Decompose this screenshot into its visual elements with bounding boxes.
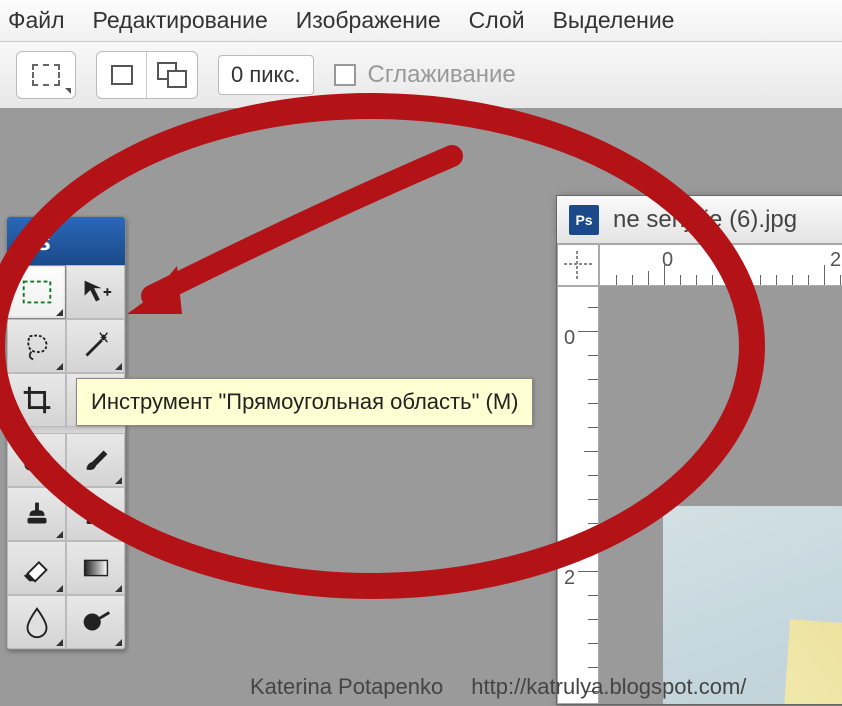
history-brush-icon bbox=[77, 495, 115, 533]
marquee-icon bbox=[18, 273, 56, 311]
menu-layer[interactable]: Слой bbox=[469, 7, 525, 34]
dropdown-triangle-icon bbox=[65, 88, 71, 94]
stamp-icon bbox=[18, 495, 56, 533]
horizontal-ruler[interactable]: 0 2 bbox=[599, 244, 842, 286]
move-icon bbox=[77, 273, 115, 311]
tools-panel: Ps bbox=[6, 216, 126, 650]
clone-stamp-tool[interactable] bbox=[7, 487, 66, 541]
magic-wand-tool[interactable] bbox=[66, 319, 125, 373]
droplet-icon bbox=[18, 603, 56, 641]
lasso-tool[interactable] bbox=[7, 319, 66, 373]
anti-alias-option: Сглаживание bbox=[334, 61, 516, 89]
dodge-tool[interactable] bbox=[66, 595, 125, 649]
gradient-tool[interactable] bbox=[66, 541, 125, 595]
eraser-icon bbox=[18, 549, 56, 587]
document-titlebar[interactable]: Ps ne serijnie (6).jpg bbox=[557, 196, 842, 244]
document-window: Ps ne serijnie (6).jpg 0 2 0 2 bbox=[556, 195, 842, 705]
dodge-icon bbox=[77, 603, 115, 641]
marquee-icon bbox=[32, 64, 60, 86]
options-bar: 0 пикс. Сглаживание bbox=[0, 42, 842, 110]
menu-select[interactable]: Выделение bbox=[553, 7, 675, 34]
watermark-url: http://katrulya.blogspot.com/ bbox=[471, 674, 746, 700]
ps-logo-text: Ps bbox=[19, 226, 51, 257]
watermark-author: Katerina Potapenko bbox=[250, 674, 443, 700]
feather-input[interactable]: 0 пикс. bbox=[218, 55, 314, 95]
eraser-tool[interactable] bbox=[7, 541, 66, 595]
tool-preset-dropdown[interactable] bbox=[16, 51, 76, 99]
vertical-ruler[interactable]: 0 2 bbox=[557, 286, 599, 704]
ruler-origin[interactable] bbox=[557, 244, 599, 286]
selection-mode-new[interactable] bbox=[97, 52, 147, 98]
bandage-icon bbox=[18, 441, 56, 479]
main-menubar: Файл Редактирование Изображение Слой Выд… bbox=[0, 0, 842, 42]
canvas-area[interactable] bbox=[599, 286, 842, 704]
anti-alias-label: Сглаживание bbox=[368, 61, 516, 89]
anti-alias-checkbox[interactable] bbox=[334, 64, 356, 86]
tools-panel-header[interactable]: Ps bbox=[7, 217, 125, 265]
brush-tool[interactable] bbox=[66, 433, 125, 487]
brush-icon bbox=[77, 441, 115, 479]
wand-icon bbox=[77, 327, 115, 365]
gradient-icon bbox=[77, 549, 115, 587]
blur-tool[interactable] bbox=[7, 595, 66, 649]
crop-tool[interactable] bbox=[7, 373, 66, 427]
lasso-icon bbox=[18, 327, 56, 365]
rectangular-marquee-tool[interactable] bbox=[7, 265, 66, 319]
ps-file-icon: Ps bbox=[569, 205, 599, 235]
history-brush-tool[interactable] bbox=[66, 487, 125, 541]
selection-mode-add[interactable] bbox=[147, 52, 197, 98]
healing-brush-tool[interactable] bbox=[7, 433, 66, 487]
menu-file[interactable]: Файл bbox=[8, 7, 65, 34]
document-title: ne serijnie (6).jpg bbox=[613, 206, 797, 234]
crop-icon bbox=[18, 381, 56, 419]
menu-image[interactable]: Изображение bbox=[296, 7, 441, 34]
watermark: Katerina Potapenko http://katrulya.blogs… bbox=[250, 674, 746, 700]
move-tool[interactable] bbox=[66, 265, 125, 319]
tool-tooltip: Инструмент "Прямоугольная область" (M) bbox=[76, 378, 533, 426]
selection-mode-group bbox=[96, 51, 198, 99]
menu-edit[interactable]: Редактирование bbox=[93, 7, 268, 34]
